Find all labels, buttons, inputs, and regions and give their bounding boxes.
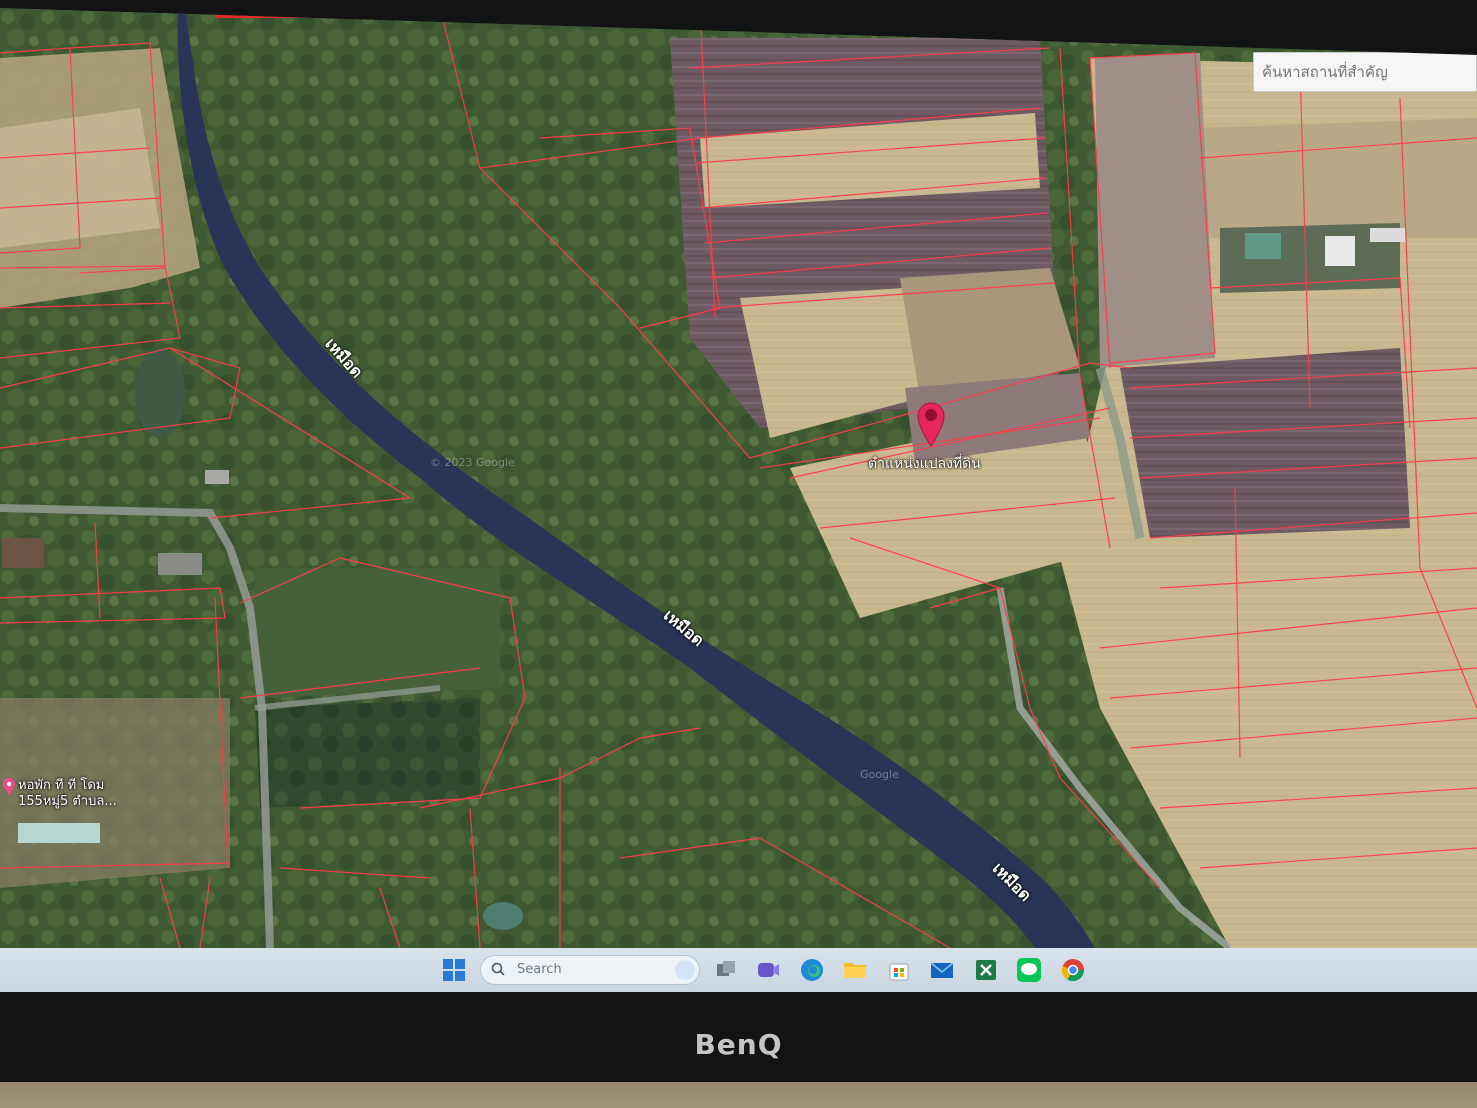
line-icon[interactable] xyxy=(1017,958,1041,982)
map-watermark: Google xyxy=(860,768,899,781)
store-icon[interactable] xyxy=(887,958,911,982)
monitor-brand-logo: BenQ xyxy=(694,1028,783,1061)
marker-label: ตำแหน่งแปลงที่ดิน xyxy=(868,456,981,472)
taskbar-search[interactable]: Search xyxy=(480,955,700,985)
windows-start-icon[interactable] xyxy=(442,958,466,982)
map-watermark: © 2023 Google xyxy=(430,456,515,469)
map-marker-icon[interactable] xyxy=(916,401,946,447)
poi-label[interactable]: หอพัก ที ที โดม 155หมู่5 ตำบล... xyxy=(18,778,117,810)
browser-tab-highlight[interactable] xyxy=(215,8,445,18)
map-viewport[interactable]: เหมือด เหมือด เหมือด ตำแหน่งแปลงที่ดิน ห… xyxy=(0,8,1477,948)
chrome-icon[interactable] xyxy=(1061,958,1085,982)
taskbar-search-label: Search xyxy=(517,962,562,977)
taskbar: Search xyxy=(0,948,1477,992)
mail-icon[interactable] xyxy=(930,958,954,982)
monitor: เหมือด เหมือด เหมือด ตำแหน่งแปลงที่ดิน ห… xyxy=(0,0,1477,1082)
bing-icon xyxy=(675,960,695,980)
poi-pin-icon[interactable] xyxy=(2,778,16,796)
edge-icon[interactable] xyxy=(800,958,824,982)
satellite-map[interactable] xyxy=(0,8,1477,948)
place-search-input[interactable] xyxy=(1253,52,1477,92)
excel-icon[interactable] xyxy=(974,958,998,982)
meet-icon[interactable] xyxy=(756,958,780,982)
task-view-icon[interactable] xyxy=(714,958,738,982)
file-explorer-icon[interactable] xyxy=(843,958,867,982)
search-icon xyxy=(491,962,505,976)
